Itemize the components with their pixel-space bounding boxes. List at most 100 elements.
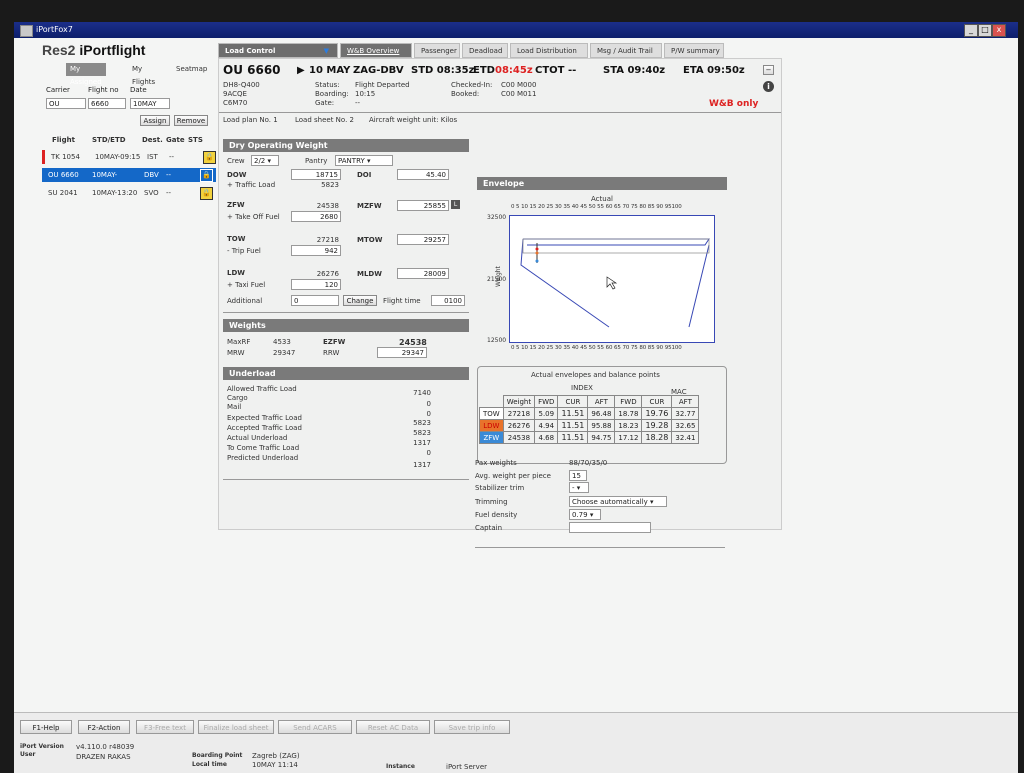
table-header: AFT bbox=[671, 395, 700, 408]
captain-input[interactable] bbox=[569, 522, 651, 533]
fuel-density-select[interactable]: 0.79 ▾ bbox=[569, 509, 601, 520]
pax-weights-label: Pax weights bbox=[475, 459, 517, 467]
send-acars-button[interactable]: Send ACARS bbox=[278, 720, 352, 734]
trip-fuel-label: - Trip Fuel bbox=[227, 247, 261, 255]
col-gate: Gate bbox=[166, 136, 185, 144]
crew-value: 2/2 bbox=[254, 157, 266, 165]
additional-input[interactable]: 0 bbox=[291, 295, 339, 306]
table-cell: 18.23 bbox=[614, 419, 643, 432]
etd-label: ETD bbox=[473, 65, 495, 76]
flight-time-input[interactable]: 0100 bbox=[431, 295, 465, 306]
flight-no-input[interactable]: 6660 bbox=[88, 98, 126, 109]
taxi-fuel-input[interactable]: 120 bbox=[291, 279, 341, 290]
tab-pw-summary[interactable]: P/W summary bbox=[664, 43, 724, 58]
flight-row-selected[interactable]: OU 6660 10MAY- DBV -- 🔒 bbox=[42, 168, 216, 182]
mrw-label: MRW bbox=[227, 349, 245, 357]
tab-passenger[interactable]: Passenger bbox=[414, 43, 460, 58]
take-off-fuel-input[interactable]: 2680 bbox=[291, 211, 341, 222]
table-cell: 11.51 bbox=[557, 431, 589, 444]
local-time-label: Local time bbox=[192, 761, 227, 768]
flight-gate: -- bbox=[166, 171, 172, 179]
help-button[interactable]: F1-Help bbox=[20, 720, 72, 734]
col-dest: Dest. bbox=[142, 136, 163, 144]
free-text-button[interactable]: F3-Free text bbox=[136, 720, 194, 734]
lock-icon: 🔒 bbox=[200, 187, 213, 200]
avg-weight-input[interactable]: 15 bbox=[569, 470, 587, 481]
booked-label: Booked: bbox=[451, 90, 480, 98]
aircraft-reg: 9ACQE bbox=[223, 90, 247, 98]
save-trip-info-button[interactable]: Save trip info bbox=[434, 720, 510, 734]
carrier-input[interactable]: OU bbox=[46, 98, 86, 109]
tab-my-assigned[interactable]: My Assigned bbox=[66, 63, 106, 86]
change-button[interactable]: Change bbox=[343, 295, 377, 306]
status-label: Status: bbox=[315, 81, 340, 89]
taxi-fuel-label: + Taxi Fuel bbox=[227, 281, 266, 289]
stabilizer-trim-select[interactable]: - ▾ bbox=[569, 482, 589, 493]
envelope-section-title: Envelope bbox=[477, 177, 727, 190]
underload-label: Expected Traffic Load bbox=[227, 414, 302, 422]
tab-my-flights[interactable]: My Flights bbox=[128, 63, 159, 86]
table-cell: 24538 bbox=[502, 431, 536, 444]
assign-button[interactable]: Assign bbox=[140, 115, 170, 126]
y-axis-label: Weight bbox=[495, 266, 502, 287]
tab-seatmap[interactable]: Seatmap bbox=[172, 63, 211, 76]
pantry-label: Pantry bbox=[305, 157, 328, 165]
mtow-value: 29257 bbox=[397, 234, 449, 245]
date-input[interactable]: 10MAY bbox=[130, 98, 170, 109]
table-row: ZFW 24538 4.68 11.51 94.75 17.12 18.28 3… bbox=[479, 431, 700, 444]
limit-icon: L bbox=[451, 200, 460, 209]
std-time: STD 08:35z bbox=[411, 65, 475, 76]
trip-fuel-input[interactable]: 942 bbox=[291, 245, 341, 256]
load-plan: Load plan No. 1 bbox=[223, 116, 278, 124]
tab-load-distribution[interactable]: Load Distribution bbox=[510, 43, 588, 58]
table-cell: 32.77 bbox=[671, 407, 700, 420]
table-cell: 94.75 bbox=[587, 431, 616, 444]
boarding-point-value: Zagreb (ZAG) bbox=[252, 752, 300, 760]
close-button[interactable]: x bbox=[992, 24, 1006, 37]
table-header: AFT bbox=[587, 395, 616, 408]
title-bar: iPortFox7 _ □ x bbox=[14, 22, 1018, 38]
crew-select[interactable]: 2/2 ▾ bbox=[251, 155, 279, 166]
trimming-select[interactable]: Choose automatically ▾ bbox=[569, 496, 667, 507]
mtow-label: MTOW bbox=[357, 236, 383, 244]
reset-ac-data-button[interactable]: Reset AC Data bbox=[356, 720, 430, 734]
traffic-load-value: 5823 bbox=[321, 181, 339, 189]
table-cell bbox=[480, 396, 504, 408]
mzfw-label: MZFW bbox=[357, 202, 382, 210]
underload-label: Allowed Traffic Load bbox=[227, 385, 297, 393]
weight-unit: Aircraft weight unit: Kilos bbox=[369, 116, 458, 124]
underload-value: 1317 bbox=[413, 439, 431, 447]
tab-load-control[interactable]: Load Control ▼ bbox=[218, 43, 338, 58]
finalize-load-sheet-button[interactable]: Finalize load sheet bbox=[198, 720, 274, 734]
underload-label: To Come Traffic Load bbox=[227, 444, 300, 452]
version-value: v4.110.0 r48039 bbox=[76, 743, 135, 751]
remove-button[interactable]: Remove bbox=[174, 115, 208, 126]
flight-row[interactable]: SU 2041 10MAY-13:20 SVO -- 🔒 bbox=[42, 186, 216, 200]
doi-label: DOI bbox=[357, 171, 372, 179]
chevron-down-icon: ▼ bbox=[323, 47, 329, 55]
minimize-button[interactable]: _ bbox=[964, 24, 978, 37]
pax-weights-value: 88/70/35/0 bbox=[569, 459, 608, 467]
stabilizer-trim-value: - bbox=[572, 484, 575, 492]
pantry-select[interactable]: PANTRY ▾ bbox=[335, 155, 393, 166]
date-label: Date bbox=[130, 86, 147, 94]
table-cell: 26276 bbox=[502, 419, 536, 432]
app-icon bbox=[20, 25, 33, 37]
underload-label: Actual Underload bbox=[227, 434, 288, 442]
flight-no-label: Flight no bbox=[88, 86, 119, 94]
tab-deadload[interactable]: Deadload bbox=[462, 43, 508, 58]
traffic-load-label: + Traffic Load bbox=[227, 181, 276, 189]
app-screen: iPortFox7 _ □ x Res2 iPortflight My Assi… bbox=[14, 22, 1018, 773]
tab-msg-audit[interactable]: Msg / Audit Trail bbox=[590, 43, 662, 58]
underload-section-title: Underload bbox=[223, 367, 469, 380]
load-sheet: Load sheet No. 2 bbox=[295, 116, 354, 124]
info-icon[interactable]: i bbox=[763, 81, 774, 92]
flight-dest: DBV bbox=[144, 171, 159, 179]
tab-wb-overview[interactable]: W&B Overview bbox=[340, 43, 412, 58]
maximize-button[interactable]: □ bbox=[978, 24, 992, 37]
collapse-button[interactable]: − bbox=[763, 65, 774, 75]
user-value: DRAZEN RAKAS bbox=[76, 753, 131, 761]
flight-row[interactable]: TK 1054 10MAY-09:15 IST -- 🔒 bbox=[42, 150, 219, 164]
action-button[interactable]: F2-Action bbox=[78, 720, 130, 734]
maxrf-value: 4533 bbox=[273, 338, 291, 346]
